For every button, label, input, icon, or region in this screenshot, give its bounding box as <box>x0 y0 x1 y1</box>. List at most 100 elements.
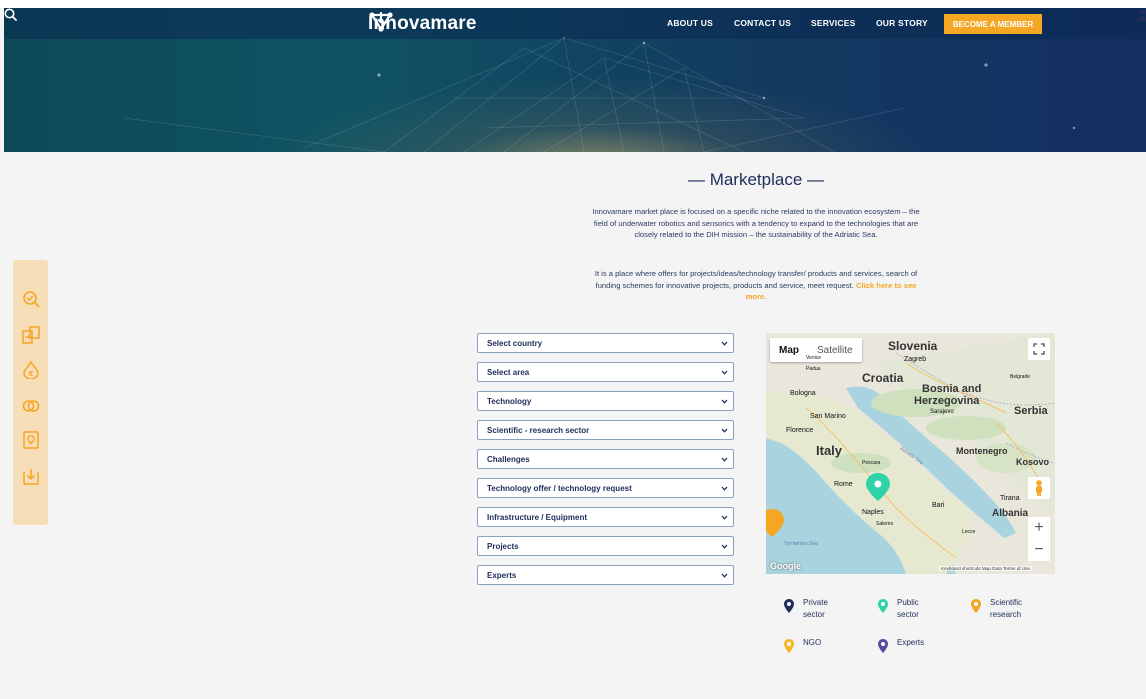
map-label: Italy <box>816 443 843 458</box>
navbar: Innovamare ABOUT US CONTACT US SERVICES … <box>4 8 1146 39</box>
side-tool-panel: € <box>13 260 48 525</box>
legend-label: Scientific research <box>990 598 1023 619</box>
map-footer[interactable]: Keyboard shortcuts Map Data Terms of Use <box>939 566 1033 571</box>
map-label: Salerno <box>876 521 894 527</box>
logo[interactable]: Innovamare <box>368 11 477 37</box>
legend-public-sector: Public sector <box>878 597 919 621</box>
hero-banner: Innovamare ABOUT US CONTACT US SERVICES … <box>4 8 1146 152</box>
infrastructure-dropdown[interactable]: Infrastructure / Equipment <box>477 507 734 527</box>
legend-scientific-research: Scientific research <box>971 597 1022 621</box>
marker-ngo-icon <box>784 639 794 653</box>
intro-paragraph: Innovamare market place is focused on a … <box>592 207 920 239</box>
map-label: Lecce <box>962 529 976 535</box>
select-country-dropdown[interactable]: Select country <box>477 333 734 353</box>
legend-private-sector: Private sector <box>784 597 828 621</box>
zoom-in-button[interactable]: + <box>1028 517 1050 539</box>
legend-ngo: NGO <box>784 637 821 653</box>
dropdown-label: Technology <box>487 396 532 406</box>
map-label: Herzegovina <box>914 395 980 407</box>
map-widget[interactable]: Map Satellite Slovenia Zagreb Venice Pad… <box>766 333 1055 574</box>
map-label: Serbia <box>1014 405 1048 417</box>
nav-our-story[interactable]: OUR STORY <box>876 18 928 28</box>
legend-label: Experts <box>897 638 925 647</box>
legend-label: NGO <box>803 638 822 647</box>
map-label: Venice <box>806 355 822 361</box>
map-label: Tyrrhenian Sea <box>784 541 818 547</box>
legend-experts: Experts <box>878 637 924 653</box>
chevron-down-icon <box>721 428 728 433</box>
chevron-down-icon <box>721 486 728 491</box>
download-box-icon[interactable] <box>22 467 40 485</box>
dropdown-label: Select area <box>487 367 530 377</box>
map-label: Slovenia <box>888 339 938 353</box>
technology-dropdown[interactable]: Technology <box>477 391 734 411</box>
dropdown-label: Infrastructure / Equipment <box>487 512 588 522</box>
legend-label: Private sector <box>803 598 828 619</box>
map-label: Kosovo <box>1016 457 1050 467</box>
legend-label: Public sector <box>897 598 919 619</box>
projects-dropdown[interactable]: Projects <box>477 536 734 556</box>
map-label: Bosnia and <box>922 383 982 395</box>
idea-document-icon[interactable] <box>22 431 40 449</box>
map-label: Naples <box>862 509 884 516</box>
rings-icon[interactable] <box>22 397 40 415</box>
dropdown-label: Experts <box>487 570 517 580</box>
marker-experts-icon <box>878 639 888 653</box>
map-label: Rome <box>834 481 853 488</box>
map-label: Albania <box>992 508 1029 519</box>
dropdown-label: Technology offer / technology request <box>487 483 632 493</box>
nav-services[interactable]: SERVICES <box>811 18 855 28</box>
user-icon[interactable] <box>1138 8 1146 22</box>
dropdown-label: Challenges <box>487 454 530 464</box>
map-tab[interactable]: Map <box>770 345 808 356</box>
search-check-icon[interactable] <box>22 290 40 308</box>
map-label: Croatia <box>862 371 904 385</box>
technology-offer-dropdown[interactable]: Technology offer / technology request <box>477 478 734 498</box>
search-icon[interactable] <box>4 8 17 21</box>
zoom-out-button[interactable]: − <box>1028 539 1050 561</box>
chevron-down-icon <box>721 399 728 404</box>
research-sector-dropdown[interactable]: Scientific - research sector <box>477 420 734 440</box>
chevron-down-icon <box>721 341 728 346</box>
map-label: Zagreb <box>904 356 927 363</box>
map-label: San Marino <box>810 413 846 420</box>
marker-public-icon <box>878 599 888 613</box>
top-strip <box>0 0 1146 8</box>
chevron-down-icon <box>721 544 728 549</box>
experts-dropdown[interactable]: Experts <box>477 565 734 585</box>
nav-about-us[interactable]: ABOUT US <box>667 18 713 28</box>
fullscreen-icon <box>1033 343 1045 355</box>
intro-paragraph-2: It is a place where offers for projects/… <box>586 268 926 303</box>
pegman-icon <box>1036 480 1042 496</box>
page-title: — Marketplace — <box>687 170 825 189</box>
chevron-down-icon <box>721 370 728 375</box>
satellite-tab[interactable]: Satellite <box>808 345 862 356</box>
svg-text:€: € <box>28 370 34 378</box>
nav-contact-us[interactable]: CONTACT US <box>734 18 791 28</box>
map-label: Bari <box>932 502 945 509</box>
map-label: Montenegro <box>956 446 1008 456</box>
challenges-dropdown[interactable]: Challenges <box>477 449 734 469</box>
map-label: Bologna <box>790 390 816 397</box>
map-label: Pescara <box>862 460 881 466</box>
fullscreen-button[interactable] <box>1028 338 1050 360</box>
funding-drop-icon[interactable]: € <box>22 361 40 379</box>
transfer-icon[interactable] <box>22 326 40 344</box>
dropdown-label: Projects <box>487 541 519 551</box>
map-label: Florence <box>786 427 814 434</box>
map-label: Sarajevo <box>930 409 954 415</box>
dropdown-label: Scientific - research sector <box>487 425 590 435</box>
dropdown-label: Select country <box>487 338 543 348</box>
chevron-down-icon <box>721 515 728 520</box>
become-member-button[interactable]: BECOME A MEMBER <box>944 14 1042 34</box>
chevron-down-icon <box>721 573 728 578</box>
select-area-dropdown[interactable]: Select area <box>477 362 734 382</box>
map-label: Tirana <box>1000 495 1020 502</box>
google-logo[interactable]: Google <box>770 561 801 571</box>
map-label: Belgrade <box>1010 374 1031 380</box>
street-view-button[interactable] <box>1028 477 1050 499</box>
map-label: Padua <box>806 366 821 372</box>
marker-private-icon <box>784 599 794 613</box>
innovamare-logo-icon <box>369 11 393 32</box>
chevron-down-icon <box>721 457 728 462</box>
